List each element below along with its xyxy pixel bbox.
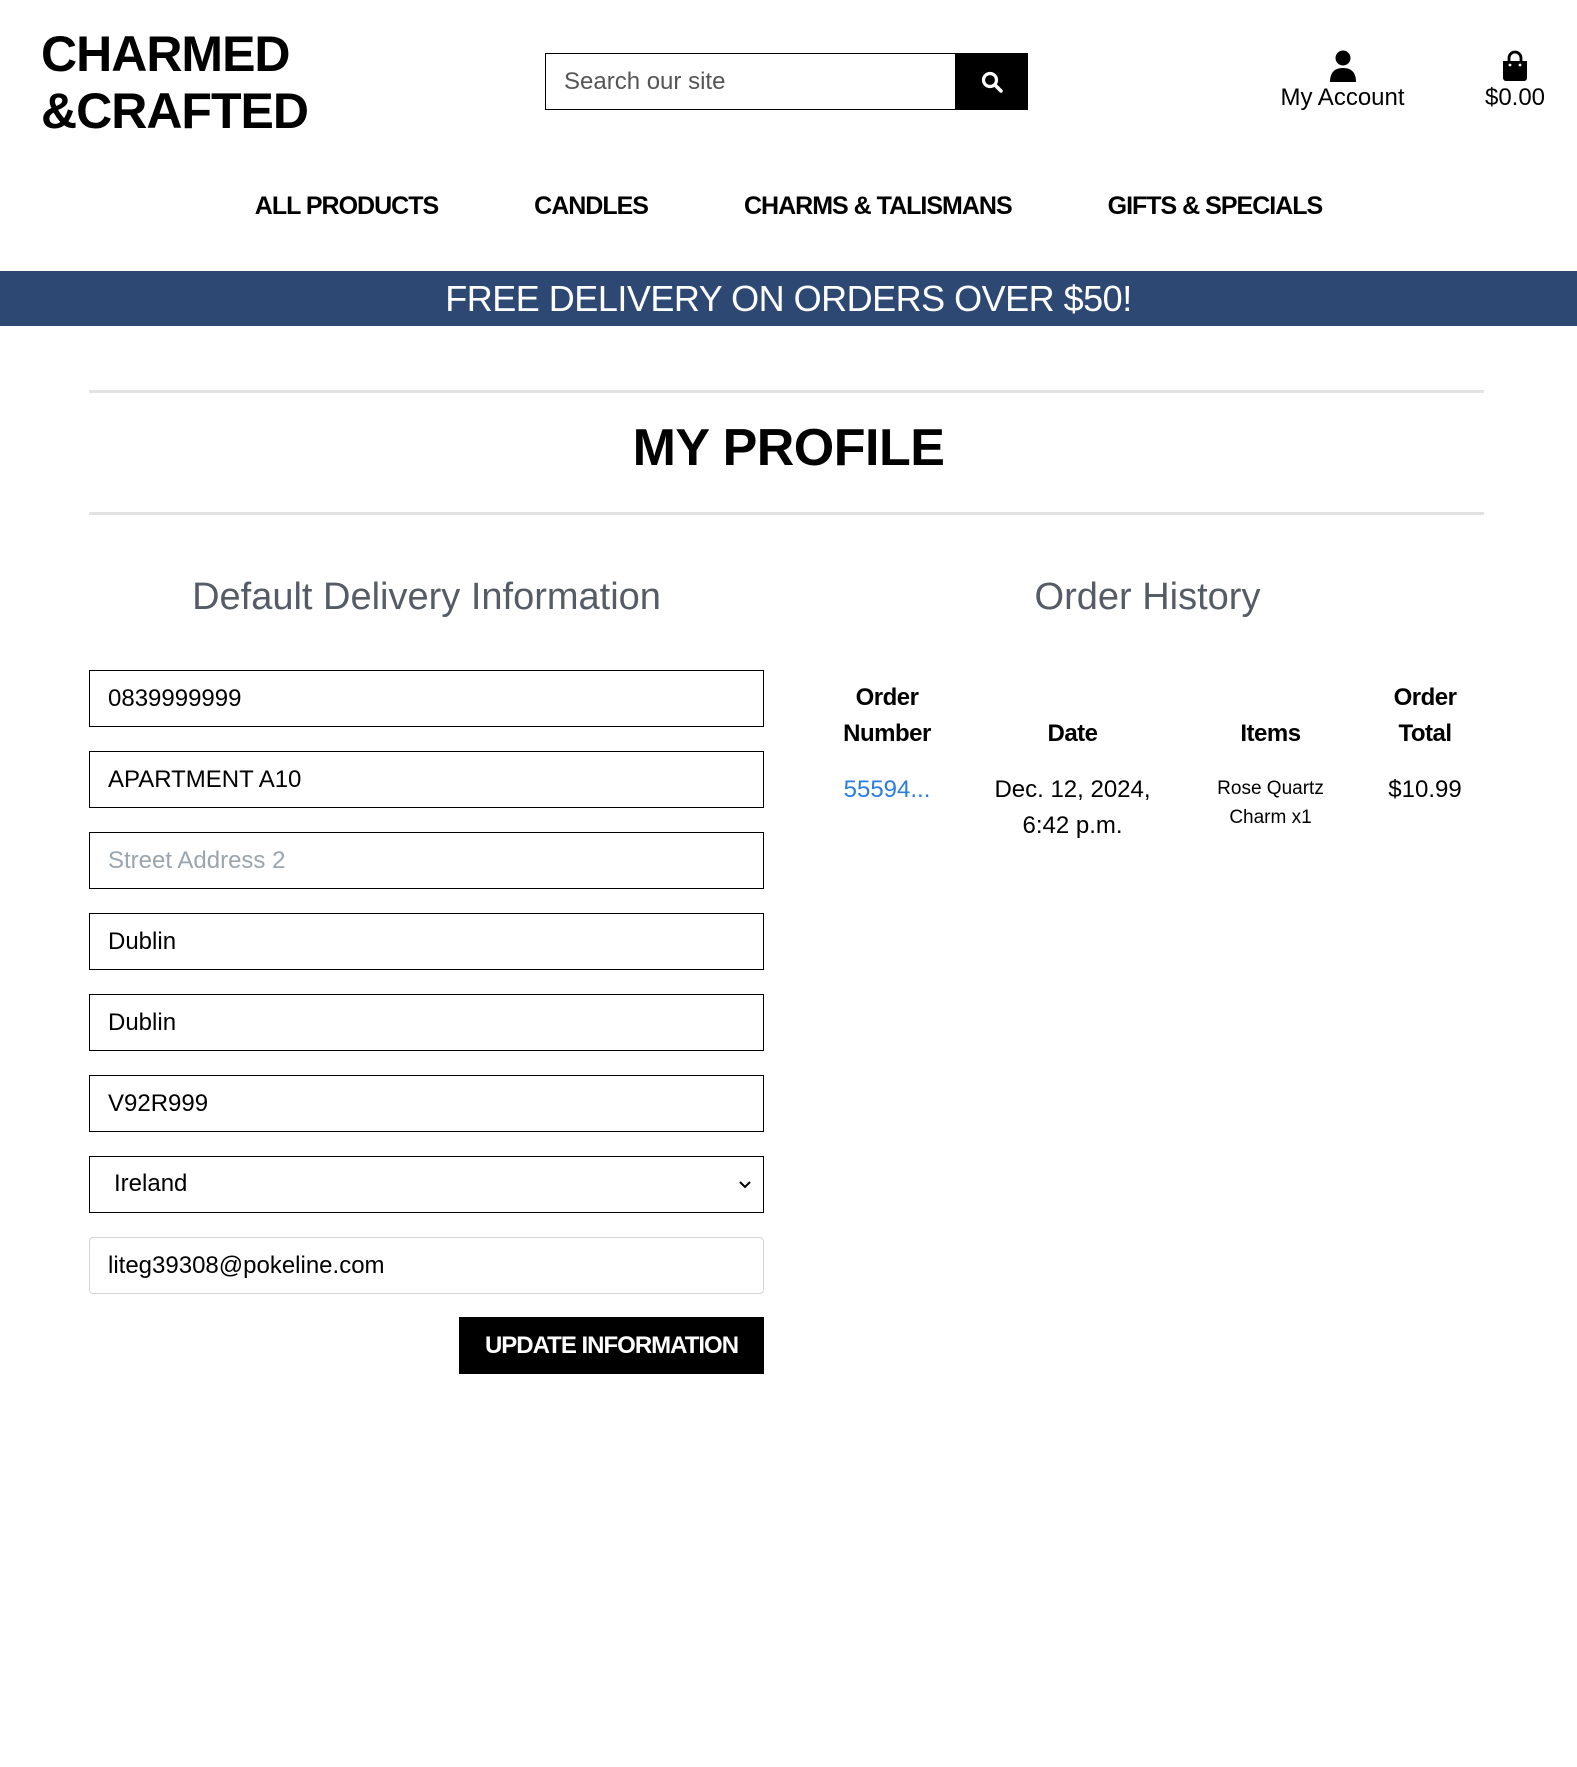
my-account-label: My Account <box>1280 84 1405 111</box>
col-order-total: Order Total <box>1393 684 1457 747</box>
order-history-table: Order Number Date Items Order Total 5559… <box>820 676 1500 852</box>
chevron-down-icon <box>739 1181 751 1189</box>
nav-gifts-specials[interactable]: GIFTS & SPECIALS <box>1108 192 1324 221</box>
email-field[interactable] <box>89 1237 764 1294</box>
logo-line-2: &CRAFTED <box>41 83 309 139</box>
street-address-2-field[interactable] <box>89 832 764 889</box>
county-field[interactable] <box>89 994 764 1051</box>
phone-number-field[interactable] <box>89 670 764 727</box>
order-date-cell: Dec. 12, 2024, 6:42 p.m. <box>994 776 1151 839</box>
nav-charms-talismans[interactable]: CHARMS & TALISMANS <box>744 192 1013 221</box>
update-information-button[interactable]: UPDATE INFORMATION <box>459 1317 764 1374</box>
search-input[interactable] <box>545 53 955 110</box>
delivery-heading: Default Delivery Information <box>192 576 661 618</box>
order-total-cell: $10.99 <box>1388 776 1462 803</box>
col-date: Date <box>1047 720 1098 747</box>
search-button[interactable] <box>955 53 1028 110</box>
country-select[interactable]: Ireland <box>89 1156 764 1213</box>
town-city-field[interactable] <box>89 913 764 970</box>
postcode-field[interactable] <box>89 1075 764 1132</box>
my-account-link[interactable]: My Account <box>1270 46 1415 112</box>
site-logo[interactable]: CHARMED &CRAFTED <box>41 26 309 140</box>
order-items-cell: Rose Quartz Charm x1 <box>1217 778 1324 828</box>
table-header-row: Order Number Date Items Order Total <box>820 676 1500 764</box>
order-number-link[interactable]: 55594... <box>844 776 931 803</box>
title-rule-top <box>89 390 1484 393</box>
logo-line-1: CHARMED <box>41 26 291 82</box>
table-row: 55594... Dec. 12, 2024, 6:42 p.m. Rose Q… <box>820 764 1500 852</box>
free-delivery-banner: FREE DELIVERY ON ORDERS OVER $50! <box>0 271 1577 326</box>
order-number-cell: 55594... <box>820 764 954 852</box>
col-order-number: Order Number <box>843 684 931 747</box>
main-nav: ALL PRODUCTS CANDLES CHARMS & TALISMANS … <box>0 192 1577 221</box>
search-icon <box>981 71 1003 93</box>
user-icon <box>1329 50 1356 82</box>
street-address-1-field[interactable] <box>89 751 764 808</box>
shopping-bag-icon <box>1503 50 1527 81</box>
country-selected-value: Ireland <box>114 1170 188 1197</box>
search-form <box>545 53 1028 110</box>
nav-all-products[interactable]: ALL PRODUCTS <box>255 192 439 221</box>
col-items: Items <box>1240 720 1301 747</box>
order-history-heading: Order History <box>1034 576 1261 618</box>
shopping-bag-link[interactable]: $0.00 <box>1460 46 1570 112</box>
title-rule-bottom <box>89 512 1484 515</box>
nav-candles[interactable]: CANDLES <box>534 192 649 221</box>
page-title: MY PROFILE <box>632 419 945 477</box>
bag-total: $0.00 <box>1484 84 1546 111</box>
